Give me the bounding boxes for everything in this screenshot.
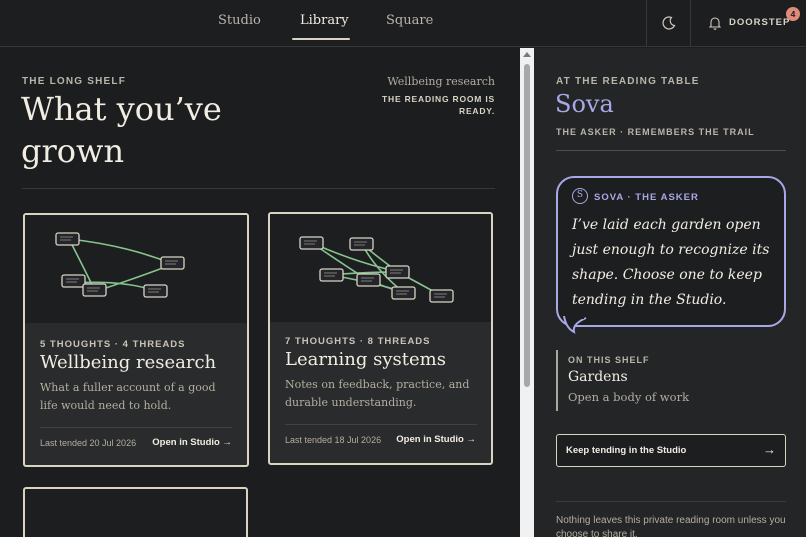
card-description: Notes on feedback, practice, and durable… [285,378,470,409]
garden-card-partial[interactable] [23,487,248,537]
moon-icon[interactable] [661,15,677,31]
top-nav-bar: Studio Library Square DOORSTEP 4 [0,0,806,47]
doorstep-button[interactable]: DOORSTEP [729,17,790,28]
speech-bubble: S SOVA · THE ASKER I’ve laid each garden… [556,176,786,327]
tab-library[interactable]: Library [300,13,349,28]
thought-map-preview [270,214,491,322]
privacy-footnote: Nothing leaves this private reading room… [556,515,786,537]
arrow-right-icon: → [763,442,776,457]
divider [22,188,495,189]
shelf-eyebrow: ON THIS SHELF [568,355,650,365]
card-description: What a fuller account of a good life wou… [40,381,216,412]
page-title: What you’ve grown [21,90,222,170]
reading-room-status: THE READING ROOM IS READY. [382,94,495,116]
scroll-up-arrow-icon[interactable] [523,52,531,57]
card-last-tended: Last tended 20 Jul 2026 [40,438,137,448]
card-divider [285,424,477,425]
card-last-tended: Last tended 18 Jul 2026 [285,435,382,445]
open-in-studio-link[interactable]: Open in Studio → [152,437,232,448]
nav-divider [690,0,691,47]
reading-table-eyebrow: AT THE READING TABLE [556,76,700,87]
tab-studio[interactable]: Studio [218,13,261,28]
shelf-subtitle: Open a body of work [568,390,690,404]
card-stats: 5 THOUGHTS · 4 THREADS [40,339,186,350]
tab-square[interactable]: Square [386,13,433,28]
shelf-accent-bar [556,350,558,411]
garden-card-learning[interactable]: 7 THOUGHTS · 8 THREADS Learning systems … [268,212,493,465]
garden-card-wellbeing[interactable]: 5 THOUGHTS · 4 THREADS Wellbeing researc… [23,213,249,467]
current-garden-label: Wellbeing research [387,75,495,88]
companion-name: Sova [555,90,614,118]
keep-tending-label: Keep tending in the Studio [566,445,687,456]
app-root: Studio Library Square DOORSTEP 4 THE LON… [0,0,806,537]
thought-map-preview [25,215,247,323]
library-eyebrow: THE LONG SHELF [22,76,127,87]
open-in-studio-link[interactable]: Open in Studio → [396,434,476,445]
card-divider [40,427,232,428]
notification-badge: 4 [786,7,800,21]
speaker-label: SOVA · THE ASKER [594,192,699,203]
library-pane: THE LONG SHELF What you’ve grown Wellbei… [0,48,520,537]
active-tab-indicator [292,38,350,40]
keep-tending-button[interactable]: Keep tending in the Studio → [556,434,786,467]
scrollbar-thumb[interactable] [524,64,530,387]
companion-role: THE ASKER · REMEMBERS THE TRAIL [556,127,755,137]
nav-divider [646,0,647,47]
avatar: S [572,188,588,204]
card-title: Wellbeing research [40,352,217,373]
companion-message: I’ve laid each garden open just enough t… [572,217,770,308]
bell-icon[interactable] [709,16,721,30]
card-stats: 7 THOUGHTS · 8 THREADS [285,336,431,347]
card-title: Learning systems [285,349,446,370]
divider [556,150,786,151]
shelf-name: Gardens [568,369,628,385]
speech-bubble-tail [563,316,587,334]
reading-table-pane: AT THE READING TABLE Sova THE ASKER · RE… [534,48,806,537]
divider [556,501,786,502]
